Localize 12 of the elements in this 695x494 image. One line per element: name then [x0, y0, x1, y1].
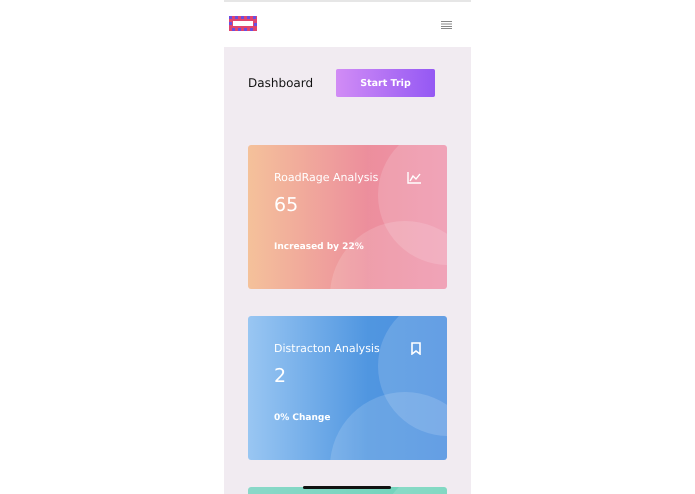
menu-icon[interactable]: [441, 20, 452, 28]
card-value: 2: [274, 365, 286, 387]
card-title: Distracton Analysis: [274, 342, 380, 355]
logo-icon: [229, 16, 257, 31]
card-note: 0% Change: [274, 413, 330, 423]
bookmark-icon: [411, 342, 421, 355]
card-title: RoadRage Analysis: [274, 171, 378, 184]
line-chart-icon: [407, 172, 421, 184]
card-value: 65: [274, 194, 298, 216]
start-trip-button[interactable]: Start Trip: [336, 69, 435, 97]
page-title: Dashboard: [248, 76, 314, 90]
card-note: Increased by 22%: [274, 242, 364, 252]
